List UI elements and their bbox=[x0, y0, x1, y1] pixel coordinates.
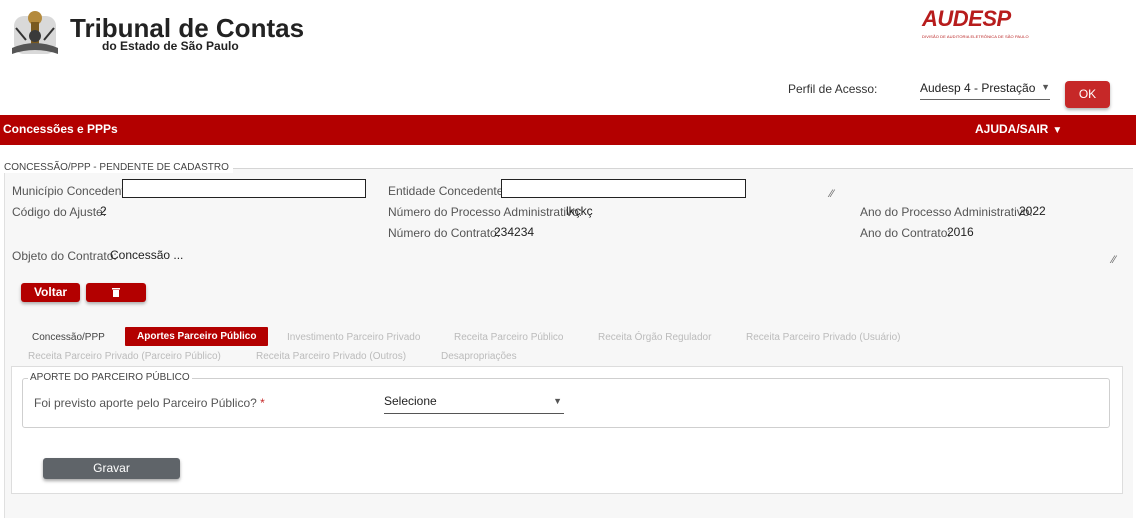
help-exit-menu[interactable]: AJUDA/SAIR ▼ bbox=[975, 122, 1062, 136]
audesp-logo-text: AUDESP bbox=[922, 6, 1011, 31]
tab-receita-orgao-regulador[interactable]: Receita Órgão Regulador bbox=[598, 332, 711, 343]
brand-title: Tribunal de Contas bbox=[70, 13, 305, 43]
perfil-select[interactable]: Audesp 4 - Prestação ▼ bbox=[920, 79, 1050, 100]
section-legend: CONCESSÃO/PPP - PENDENTE DE CADASTRO bbox=[4, 162, 233, 173]
required-mark: * bbox=[260, 396, 265, 410]
num-processo-value: lkçkç bbox=[566, 204, 593, 218]
tab-aportes-parceiro-publico[interactable]: Aportes Parceiro Público bbox=[125, 327, 269, 346]
objeto-value: Concessão ... bbox=[110, 248, 184, 262]
resize-handle-icon[interactable]: ⁄⁄ bbox=[1112, 254, 1116, 266]
aporte-question-label: Foi previsto aporte pelo Parceiro Públic… bbox=[34, 396, 265, 410]
ano-processo-label: Ano do Processo Administrativo: bbox=[860, 205, 1033, 219]
nav-title[interactable]: Concessões e PPPs bbox=[3, 122, 118, 136]
aporte-question-text: Foi previsto aporte pelo Parceiro Públic… bbox=[34, 396, 257, 410]
aporte-select-value: Selecione bbox=[384, 394, 437, 408]
municipio-input[interactable] bbox=[122, 179, 366, 198]
trash-icon bbox=[112, 288, 120, 297]
municipio-label: Município Concedente: bbox=[12, 184, 135, 198]
audesp-logo-tagline: DIVISÃO DE AUDITORIA ELETRÔNICA DE SÃO P… bbox=[922, 34, 1029, 39]
tab-desapropriacoes[interactable]: Desapropriações bbox=[441, 351, 517, 362]
tab-concessao-ppp[interactable]: Concessão/PPP bbox=[32, 332, 105, 343]
audesp-logo: AUDESP DIVISÃO DE AUDITORIA ELETRÔNICA D… bbox=[922, 6, 1042, 46]
voltar-button[interactable]: Voltar bbox=[21, 283, 80, 302]
ok-button[interactable]: OK bbox=[1065, 81, 1110, 108]
aporte-select[interactable]: Selecione ▼ bbox=[384, 393, 564, 414]
gravar-button[interactable]: Gravar bbox=[43, 458, 180, 479]
caret-down-icon: ▼ bbox=[1052, 125, 1063, 136]
delete-button[interactable] bbox=[86, 283, 146, 302]
aporte-legend: APORTE DO PARCEIRO PÚBLICO bbox=[28, 372, 192, 383]
entidade-input[interactable] bbox=[501, 179, 746, 198]
brand-subtitle: do Estado de São Paulo bbox=[102, 39, 239, 53]
num-contrato-value: 234234 bbox=[494, 225, 535, 239]
tab-receita-parceiro-privado-outros[interactable]: Receita Parceiro Privado (Outros) bbox=[256, 351, 406, 362]
ano-processo-value: 2022 bbox=[1019, 204, 1046, 218]
chevron-down-icon: ▼ bbox=[553, 396, 562, 406]
entidade-label: Entidade Concedente: bbox=[388, 184, 507, 198]
codigo-value: 2 bbox=[100, 204, 107, 218]
perfil-label: Perfil de Acesso: bbox=[788, 82, 878, 96]
tce-emblem-logo bbox=[12, 11, 58, 54]
tab-receita-parceiro-publico[interactable]: Receita Parceiro Público bbox=[454, 332, 564, 343]
perfil-select-value: Audesp 4 - Prestação bbox=[920, 81, 1036, 95]
nav-bar bbox=[0, 115, 1136, 145]
tab-receita-parceiro-privado-usuario[interactable]: Receita Parceiro Privado (Usuário) bbox=[746, 332, 901, 343]
chevron-down-icon: ▼ bbox=[1041, 82, 1050, 92]
ano-contrato-value: 2016 bbox=[947, 225, 974, 239]
tab-receita-parceiro-privado-parceiro-publico[interactable]: Receita Parceiro Privado (Parceiro Públi… bbox=[28, 351, 221, 362]
num-processo-label: Número do Processo Administrativo: bbox=[388, 205, 583, 219]
tab-investimento-parceiro-privado[interactable]: Investimento Parceiro Privado bbox=[287, 332, 420, 343]
help-exit-label: AJUDA/SAIR bbox=[975, 122, 1049, 136]
num-contrato-label: Número do Contrato: bbox=[388, 226, 501, 240]
codigo-label: Código do Ajuste: bbox=[12, 205, 107, 219]
resize-handle-icon[interactable]: ⁄⁄ bbox=[830, 188, 834, 200]
objeto-label: Objeto do Contrato: bbox=[12, 249, 117, 263]
ano-contrato-label: Ano do Contrato: bbox=[860, 226, 951, 240]
